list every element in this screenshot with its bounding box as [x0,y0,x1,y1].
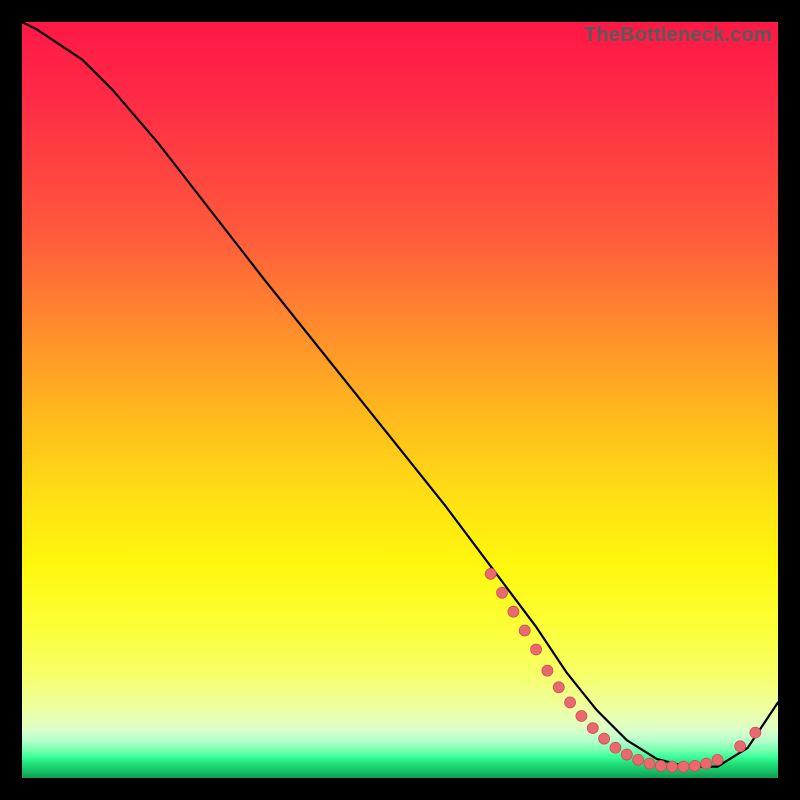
curve-marker [701,758,712,769]
curve-marker [599,733,610,744]
curve-marker [712,754,723,765]
curve-marker [750,727,761,738]
curve-marker [633,754,644,765]
chart-frame: TheBottleneck.com [22,22,778,778]
curve-marker [610,742,621,753]
curve-marker [508,606,519,617]
curve-marker [678,761,689,772]
curve-marker [644,758,655,769]
curve-marker [655,760,666,771]
curve-marker [531,644,542,655]
curve-marker [542,665,553,676]
curve-marker [519,625,530,636]
curve-marker [553,682,564,693]
curve-marker [667,761,678,772]
curve-marker [497,587,508,598]
curve-marker [565,697,576,708]
bottleneck-curve [22,22,778,767]
curve-marker [587,723,598,734]
watermark-text: TheBottleneck.com [584,24,772,47]
curve-marker [576,711,587,722]
curve-marker [485,568,496,579]
curve-markers [485,568,761,772]
curve-marker [689,760,700,771]
curve-marker [621,749,632,760]
curve-marker [735,741,746,752]
chart-svg [22,22,778,778]
